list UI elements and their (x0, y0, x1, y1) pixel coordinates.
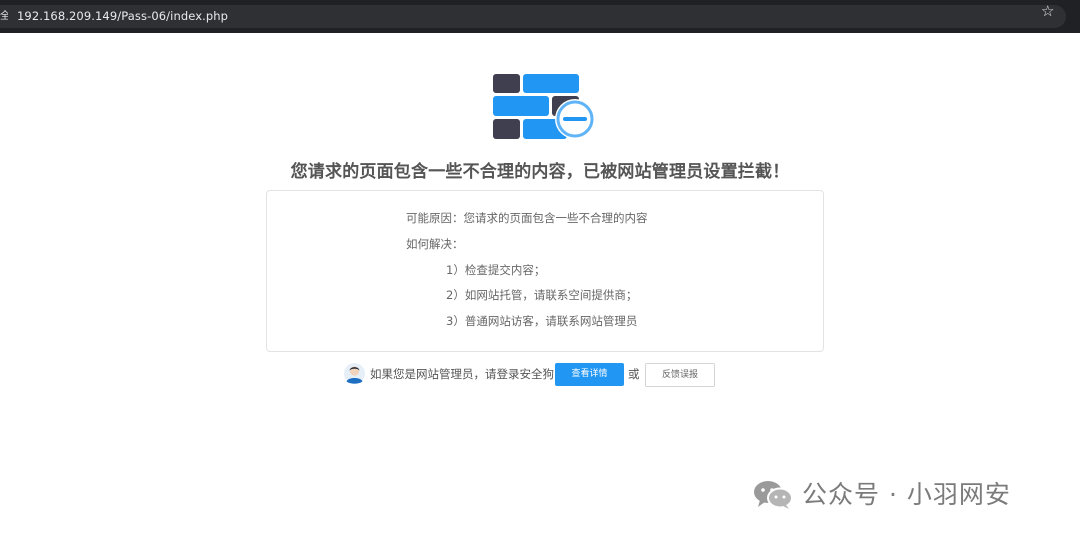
admin-footer: 如果您是网站管理员，请登录安全狗 查看详情 或 反馈误报 (0, 362, 1080, 388)
reason-text: 可能原因：您请求的页面包含一些不合理的内容 (406, 211, 648, 225)
step-item: 3）普通网站访客，请联系网站管理员 (446, 314, 638, 328)
address-url[interactable]: 192.168.209.149/Pass-06/index.php (17, 9, 228, 24)
info-card: 可能原因：您请求的页面包含一些不合理的内容 如何解决： 1）检查提交内容； 2）… (266, 190, 824, 352)
view-details-button[interactable]: 查看详情 (555, 363, 624, 386)
star-icon[interactable]: ☆ (1041, 2, 1054, 20)
firewall-icon (493, 74, 595, 139)
or-separator: 或 (628, 367, 640, 381)
watermark-text: 公众号 · 小羽网安 (802, 480, 1011, 509)
block-title: 您请求的页面包含一些不合理的内容，已被网站管理员设置拦截！ (290, 162, 790, 182)
step-item: 1）检查提交内容； (446, 263, 546, 277)
step-item: 2）如网站托管，请联系空间提供商； (446, 288, 638, 302)
site-info-icon[interactable]: 全 (0, 9, 8, 24)
resolve-heading: 如何解决： (406, 237, 464, 251)
report-false-positive-button[interactable]: 反馈误报 (645, 363, 715, 387)
address-bar[interactable]: 全 192.168.209.149/Pass-06/index.php (0, 5, 1066, 28)
browser-toolbar: 全 192.168.209.149/Pass-06/index.php ☆ (0, 0, 1080, 33)
wechat-icon (754, 481, 793, 509)
admin-avatar-icon (344, 363, 365, 384)
admin-prompt: 如果您是网站管理员，请登录安全狗 (370, 367, 554, 381)
